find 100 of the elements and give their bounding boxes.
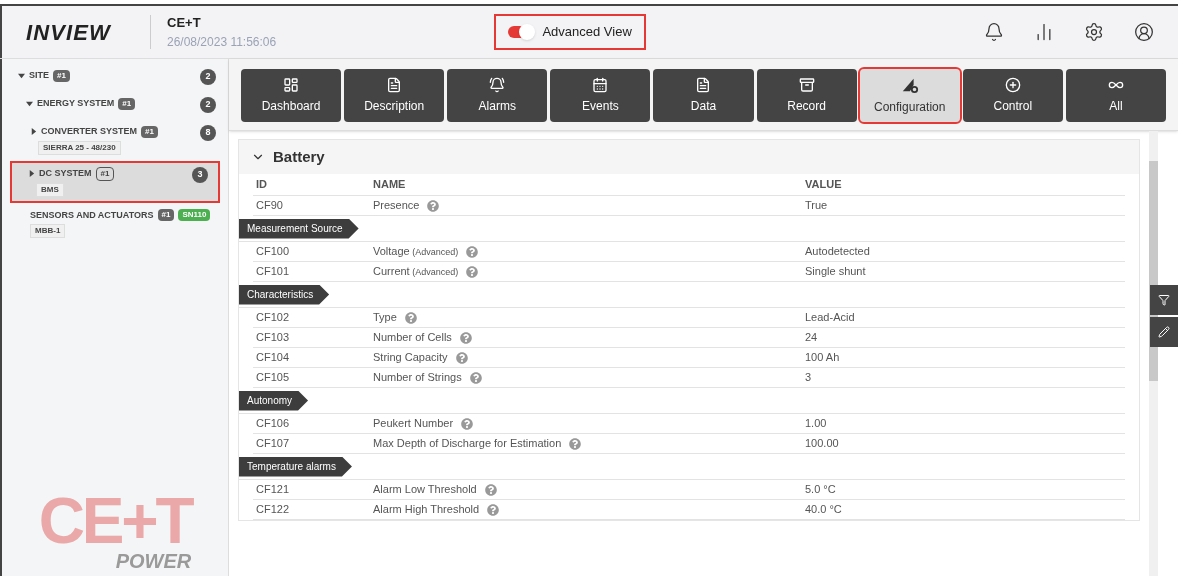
help-icon[interactable] <box>569 437 582 450</box>
table-cell-text: Presence <box>373 198 420 214</box>
caret-right-icon[interactable] <box>30 128 37 136</box>
column-header: VALUE <box>805 177 843 193</box>
tag: #1 <box>157 209 175 222</box>
help-icon[interactable] <box>459 331 472 344</box>
column-header: NAME <box>373 177 407 193</box>
help-icon[interactable] <box>404 311 417 324</box>
tab[interactable]: Record <box>756 69 857 122</box>
table-cell-text: Current (Advanced) <box>373 264 459 280</box>
document-icon <box>386 76 403 93</box>
count-badge: 2 <box>200 97 216 113</box>
count-badge: 8 <box>200 125 216 141</box>
help-icon[interactable] <box>466 245 479 258</box>
tab[interactable]: Description <box>344 69 445 122</box>
tag: #1 <box>95 166 115 181</box>
tab[interactable]: Data <box>653 69 754 122</box>
dashboard-icon <box>283 76 300 93</box>
section-label: Characteristics <box>239 284 330 305</box>
table-cell-text: CF102 <box>256 310 291 326</box>
tree-label: SENSORS AND ACTUATORS <box>30 208 154 222</box>
table-cell-text: 24 <box>805 330 819 346</box>
user-icon[interactable] <box>1134 22 1154 42</box>
tab[interactable]: All <box>1065 69 1166 122</box>
document-icon <box>695 76 712 93</box>
help-icon[interactable] <box>487 503 500 516</box>
serial-badge: SN110 <box>178 209 211 222</box>
tab[interactable]: Configuration <box>859 69 960 122</box>
tree-label: DC SYSTEM <box>39 166 92 180</box>
filter-icon <box>1158 294 1170 306</box>
brand-logo: CE+T <box>38 492 192 550</box>
table-cell-text: 1.00 <box>805 416 828 432</box>
table-cell-text: Single shunt <box>805 264 867 280</box>
edit-button[interactable] <box>1150 317 1178 347</box>
caret-down-icon[interactable] <box>18 72 25 80</box>
table-cell-text: Alarm High Threshold <box>373 502 480 518</box>
tree-item[interactable]: ENERGY SYSTEM #1 2 <box>2 91 228 119</box>
table-cell-text: Voltage (Advanced) <box>373 244 459 260</box>
help-icon[interactable] <box>455 351 468 364</box>
tree-item[interactable]: SITE #1 2 <box>2 63 228 91</box>
table-cell-text: Max Depth of Discharge for Estimation <box>373 436 562 452</box>
advanced-view-toggle[interactable]: Advanced View <box>496 16 644 48</box>
caret-down-icon[interactable] <box>26 100 33 108</box>
tab[interactable]: Alarms <box>447 69 548 122</box>
tree-label: CONVERTER SYSTEM <box>41 125 137 138</box>
table-cell-text: Number of Cells <box>373 330 452 346</box>
table-cell-text: Number of Strings <box>373 370 462 386</box>
tab[interactable]: Events <box>550 69 651 122</box>
archive-icon <box>798 76 815 93</box>
table-cell-text: Autodetected <box>805 244 871 260</box>
app-logo: INVIEW <box>26 18 112 47</box>
table-cell-text: 3 <box>805 370 813 386</box>
table-cell-text: CF90 <box>256 198 284 214</box>
section-label: Measurement Source <box>239 218 359 239</box>
tab[interactable]: Control <box>962 69 1063 122</box>
table-cell-text: Lead-Acid <box>805 310 856 326</box>
table-cell-text: 100.00 <box>805 436 840 452</box>
model-tag: BMS <box>36 182 64 197</box>
help-icon[interactable] <box>466 265 479 278</box>
tree-label: SITE <box>29 69 49 82</box>
tree-item[interactable]: SENSORS AND ACTUATORS #1 SN110 MBB-1 <box>2 202 228 244</box>
table-cell-text: CF104 <box>256 350 291 366</box>
column-header: ID <box>256 177 268 193</box>
brand-wordmark: POWER <box>115 550 192 572</box>
pencil-icon <box>1158 326 1170 338</box>
model-tag: SIERRA 25 - 48/230 <box>38 140 121 155</box>
model-tag: MBB-1 <box>30 224 66 238</box>
table-cell-text: CF101 <box>256 264 291 280</box>
tag: #1 <box>118 97 136 110</box>
caret-right-icon[interactable] <box>28 170 35 177</box>
filter-button[interactable] <box>1150 285 1178 315</box>
table-cell-text: 40.0 °C <box>805 502 843 518</box>
help-icon[interactable] <box>484 483 497 496</box>
table-cell-text: CF121 <box>256 482 291 498</box>
timestamp: 26/08/2023 11:56:06 <box>167 33 277 51</box>
table-cell-text: CF122 <box>256 502 291 518</box>
table-cell-text: CF105 <box>256 370 291 386</box>
table-cell-text: Peukert Number <box>373 416 454 432</box>
count-badge: 2 <box>200 69 216 85</box>
table-cell-text: 5.0 °C <box>805 482 837 498</box>
settings-icon[interactable] <box>1084 22 1104 42</box>
tag: #1 <box>53 69 70 82</box>
table-cell-text: Alarm Low Threshold <box>373 482 477 498</box>
notifications-icon[interactable] <box>984 22 1004 42</box>
help-icon[interactable] <box>427 199 440 212</box>
bell-icon <box>489 76 506 93</box>
tab[interactable]: Dashboard <box>241 69 342 122</box>
help-icon[interactable] <box>461 417 474 430</box>
tree-label: ENERGY SYSTEM <box>37 97 115 110</box>
table-cell-text: CF100 <box>256 244 291 260</box>
tree-item[interactable]: CONVERTER SYSTEM #1 SIERRA 25 - 48/230 8 <box>2 119 228 161</box>
table-cell-text: CF107 <box>256 436 291 452</box>
plus-circle-icon <box>1004 76 1021 93</box>
help-icon[interactable] <box>469 371 482 384</box>
calendar-icon <box>592 76 609 93</box>
section-label: Temperature alarms <box>239 456 352 477</box>
table-cell-text: 100 Ah <box>805 350 841 366</box>
table-cell-text: Type <box>373 310 397 326</box>
site-name: CE+T <box>167 14 202 33</box>
tree-item[interactable]: DC SYSTEM #1 BMS 3 <box>10 160 220 203</box>
